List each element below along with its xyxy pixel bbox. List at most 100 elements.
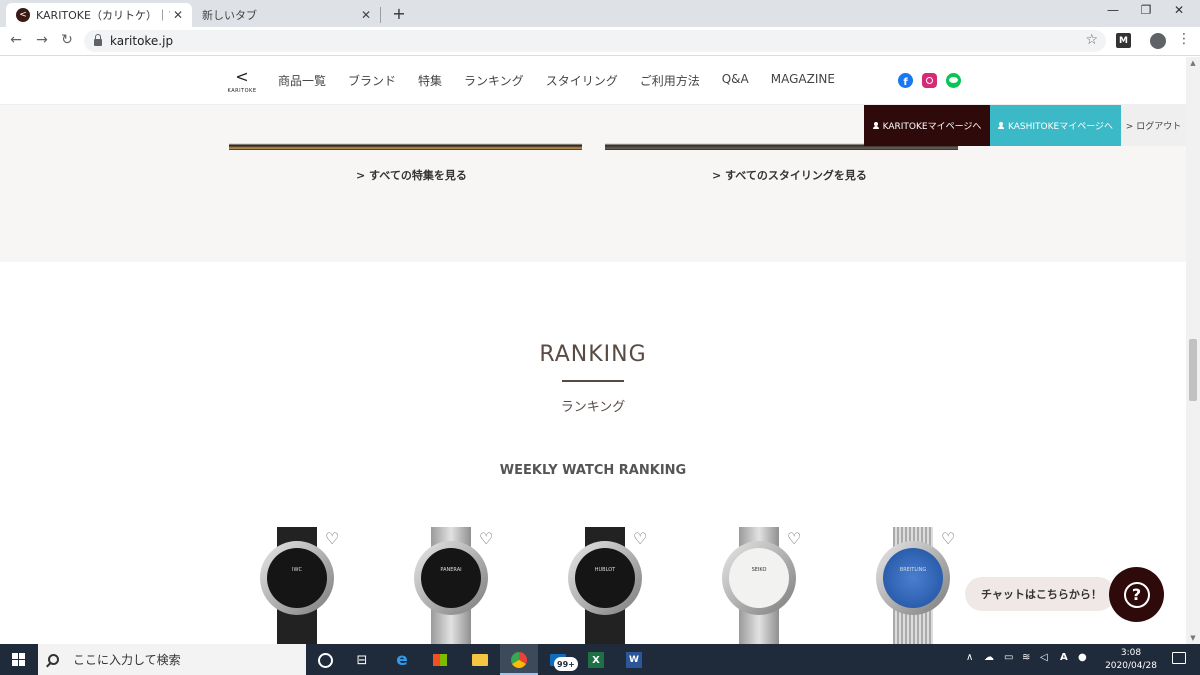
battery-icon[interactable]: ▭ bbox=[1004, 652, 1013, 663]
browser-tabstrip: < KARITOKE（カリトケ）｜ブランド腕時 ✕ 新しいタブ ✕ + — ❐ … bbox=[0, 0, 1200, 27]
tab-karitoke[interactable]: < KARITOKE（カリトケ）｜ブランド腕時 ✕ bbox=[6, 3, 192, 27]
menu-item-how-to-use[interactable]: ご利用方法 bbox=[640, 72, 700, 89]
feature-image[interactable] bbox=[229, 105, 582, 150]
page-viewport: > すべての特集を見る > すべてのスタイリングを見る < KARITOKE 商… bbox=[0, 57, 1186, 644]
global-menu: 商品一覧 ブランド 特集 ランキング スタイリング ご利用方法 Q&A MAGA… bbox=[278, 72, 857, 89]
watch-brand-mark: HUBLOT bbox=[594, 567, 616, 573]
chrome-icon[interactable] bbox=[509, 650, 529, 670]
word-icon[interactable] bbox=[624, 650, 644, 670]
wifi-icon[interactable]: ≋ bbox=[1022, 652, 1030, 663]
back-arrow-icon[interactable]: ← bbox=[6, 32, 26, 48]
browser-toolbar: ← → ↻ karitoke.jp ☆ M ⋮ bbox=[0, 27, 1200, 56]
menu-item-qa[interactable]: Q&A bbox=[722, 72, 749, 89]
menu-item-magazine[interactable]: MAGAZINE bbox=[771, 72, 835, 89]
clock-time: 3:08 bbox=[1120, 648, 1142, 658]
ime-icon[interactable]: A bbox=[1060, 652, 1068, 663]
bookmark-star-icon[interactable]: ☆ bbox=[1085, 32, 1098, 48]
security-icon[interactable]: ● bbox=[1078, 652, 1087, 663]
browser-menu-icon[interactable]: ⋮ bbox=[1177, 31, 1191, 47]
favorite-heart-icon[interactable]: ♡ bbox=[325, 529, 339, 548]
logout-button[interactable]: > ログアウト bbox=[1121, 105, 1186, 146]
watch-dial bbox=[575, 548, 635, 608]
chat-label[interactable]: チャットはこちらから！ bbox=[965, 577, 1115, 611]
watch-brand-mark: PANERAI bbox=[440, 567, 462, 573]
edge-icon[interactable]: e bbox=[392, 650, 412, 670]
volume-icon[interactable]: ◁ bbox=[1040, 652, 1048, 663]
facebook-icon[interactable]: f bbox=[898, 73, 913, 88]
forward-arrow-icon[interactable]: → bbox=[32, 32, 52, 48]
kashitoke-mypage-button[interactable]: KASHITOKEマイページへ bbox=[990, 105, 1121, 146]
site-header: < KARITOKE 商品一覧 ブランド 特集 ランキング スタイリング ご利用… bbox=[0, 57, 1186, 105]
karitoke-favicon-icon: < bbox=[16, 8, 30, 22]
line-icon[interactable] bbox=[946, 73, 961, 88]
karitoke-mypage-button[interactable]: KARITOKEマイページへ bbox=[864, 105, 990, 146]
store-icon[interactable] bbox=[430, 650, 450, 670]
menu-item-features[interactable]: 特集 bbox=[418, 72, 442, 89]
watch-card[interactable]: SEIKO ♡ bbox=[710, 527, 810, 644]
profile-avatar-icon[interactable] bbox=[1150, 33, 1166, 49]
favorite-heart-icon[interactable]: ♡ bbox=[787, 529, 801, 548]
instagram-icon[interactable] bbox=[922, 73, 937, 88]
menu-item-styling[interactable]: スタイリング bbox=[546, 72, 618, 89]
taskbar-clock[interactable]: 3:08 2020/04/28 bbox=[1102, 647, 1160, 673]
see-all-styling-link[interactable]: > すべてのスタイリングを見る bbox=[712, 167, 867, 183]
mail-badge: 99+ bbox=[554, 657, 578, 671]
taskbar-search-placeholder: ここに入力して検索 bbox=[73, 653, 181, 667]
menu-item-products[interactable]: 商品一覧 bbox=[278, 72, 326, 89]
heading-divider bbox=[562, 380, 624, 382]
cortana-icon[interactable] bbox=[315, 650, 335, 670]
reload-icon[interactable]: ↻ bbox=[57, 32, 77, 48]
watch-brand-mark: IWC bbox=[292, 567, 302, 573]
logo-mark-icon: < bbox=[235, 67, 249, 86]
scroll-up-arrow-icon[interactable]: ▲ bbox=[1186, 59, 1200, 67]
tab-new-tab[interactable]: 新しいタブ ✕ bbox=[194, 3, 380, 27]
tab-title: KARITOKE（カリトケ）｜ブランド腕時 bbox=[36, 9, 170, 22]
search-icon bbox=[48, 654, 59, 665]
watch-card[interactable]: PANERAI ♡ bbox=[402, 527, 502, 644]
favorite-heart-icon[interactable]: ♡ bbox=[479, 529, 493, 548]
onedrive-icon[interactable]: ☁ bbox=[984, 652, 994, 663]
taskbar-search-box[interactable]: ここに入力して検索 bbox=[38, 644, 306, 675]
page-scrollbar[interactable]: ▲ ▼ bbox=[1186, 57, 1200, 644]
clock-date: 2020/04/28 bbox=[1105, 661, 1157, 671]
tray-chevron-icon[interactable]: ∧ bbox=[966, 652, 973, 663]
extension-m-icon[interactable]: M bbox=[1116, 33, 1131, 48]
favorite-heart-icon[interactable]: ♡ bbox=[941, 529, 955, 548]
windows-start-icon[interactable] bbox=[12, 653, 25, 666]
karitoke-logo[interactable]: < KARITOKE bbox=[224, 67, 260, 95]
tab-close-icon[interactable]: ✕ bbox=[358, 8, 374, 22]
tab-close-icon[interactable]: ✕ bbox=[170, 8, 186, 22]
watch-brand-mark: SEIKO bbox=[751, 567, 767, 573]
tab-separator bbox=[380, 7, 381, 23]
notification-icon[interactable] bbox=[1172, 652, 1186, 664]
user-icon bbox=[997, 122, 1004, 129]
file-explorer-icon[interactable] bbox=[470, 650, 490, 670]
chat-button[interactable]: ? bbox=[1109, 567, 1164, 622]
maximize-icon[interactable]: ❐ bbox=[1131, 3, 1161, 17]
excel-icon[interactable] bbox=[586, 650, 606, 670]
user-icon bbox=[872, 122, 879, 129]
windows-taskbar: ここに入力して検索 ⊟ e 99+ ∧ ☁ ▭ ≋ ◁ A ● 3:08 202… bbox=[0, 644, 1200, 675]
minimize-icon[interactable]: — bbox=[1098, 3, 1128, 17]
watch-brand-mark: BREITLING bbox=[899, 567, 927, 573]
see-all-features-link[interactable]: > すべての特集を見る bbox=[356, 167, 467, 183]
ranking-subheading: ランキング bbox=[560, 400, 626, 415]
menu-item-brands[interactable]: ブランド bbox=[348, 72, 396, 89]
lock-icon bbox=[94, 33, 102, 46]
logo-text: KARITOKE bbox=[227, 88, 257, 94]
favorite-heart-icon[interactable]: ♡ bbox=[633, 529, 647, 548]
address-bar[interactable]: karitoke.jp ☆ bbox=[84, 30, 1106, 52]
scroll-thumb[interactable] bbox=[1189, 339, 1197, 401]
task-view-icon[interactable]: ⊟ bbox=[352, 650, 372, 670]
window-close-icon[interactable]: ✕ bbox=[1164, 3, 1194, 17]
menu-item-ranking[interactable]: ランキング bbox=[464, 72, 524, 89]
new-tab-plus-icon[interactable]: + bbox=[390, 4, 408, 23]
watch-card[interactable]: IWC ♡ bbox=[248, 527, 348, 644]
scroll-down-arrow-icon[interactable]: ▼ bbox=[1186, 634, 1200, 642]
watch-dial bbox=[421, 548, 481, 608]
address-url: karitoke.jp bbox=[110, 34, 174, 48]
watch-card[interactable]: BREITLING ♡ bbox=[864, 527, 964, 644]
watch-card[interactable]: HUBLOT ♡ bbox=[556, 527, 656, 644]
weekly-ranking-title: WEEKLY WATCH RANKING bbox=[499, 463, 687, 478]
kashitoke-mypage-label: KASHITOKEマイページへ bbox=[1007, 122, 1114, 132]
